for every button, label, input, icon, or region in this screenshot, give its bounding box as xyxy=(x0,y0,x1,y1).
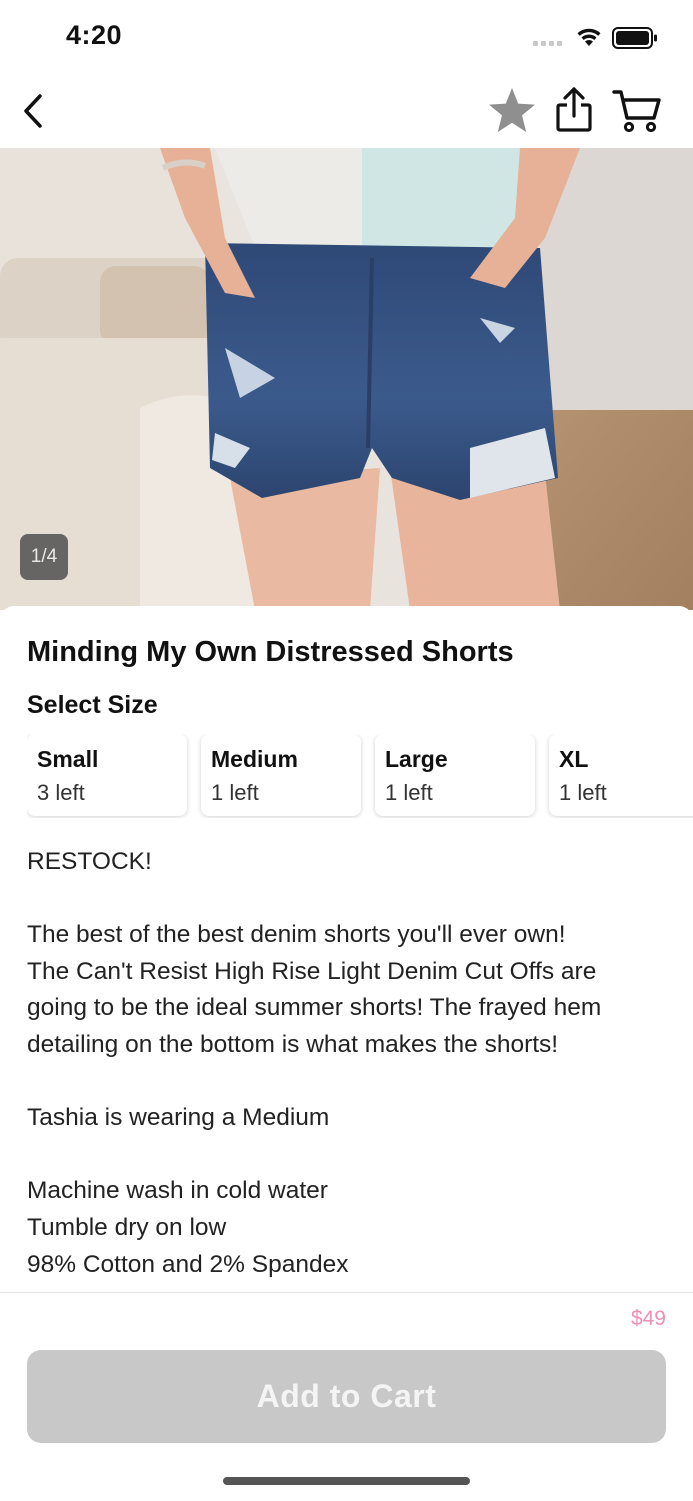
product-image-carousel[interactable] xyxy=(0,148,693,610)
size-option-large[interactable]: Large 1 left xyxy=(375,734,535,816)
status-time: 4:20 xyxy=(66,20,123,50)
product-photo xyxy=(0,148,693,610)
description-line: going to be the ideal summer shorts! The… xyxy=(27,994,602,1022)
share-icon[interactable] xyxy=(553,86,595,134)
description-line: Tashia is wearing a Medium xyxy=(27,1104,330,1132)
status-bar: 4:20 xyxy=(0,0,693,76)
size-option-xl[interactable]: XL 1 left xyxy=(549,734,693,816)
purchase-bar: $49 Add to Cart xyxy=(0,1292,693,1501)
size-stock: 3 left xyxy=(37,780,85,805)
size-option-small[interactable]: Small 3 left xyxy=(27,734,187,816)
description-line: Tumble dry on low xyxy=(27,1213,227,1241)
size-name: Medium xyxy=(211,746,298,772)
description-line: detailing on the bottom is what makes th… xyxy=(27,1030,559,1058)
product-description: RESTOCK! The best of the best denim shor… xyxy=(27,844,677,1283)
product-price: $49 xyxy=(630,1307,666,1330)
size-name: Small xyxy=(37,746,99,772)
add-to-cart-button[interactable]: Add to Cart xyxy=(27,1350,666,1443)
product-details-sheet: Minding My Own Distressed Shorts Select … xyxy=(0,606,693,1296)
home-indicator[interactable] xyxy=(223,1477,470,1485)
description-line: The Can't Resist High Rise Light Denim C… xyxy=(27,957,597,985)
description-line: RESTOCK! xyxy=(27,848,152,875)
cart-icon[interactable] xyxy=(612,88,662,134)
size-name: Large xyxy=(385,746,448,772)
size-selector: Small 3 left Medium 1 left Large 1 left … xyxy=(27,734,693,818)
battery-icon xyxy=(612,27,657,49)
chevron-left-icon[interactable] xyxy=(18,92,48,132)
size-stock: 1 left xyxy=(559,780,607,805)
description-line: 98% Cotton and 2% Spandex xyxy=(27,1250,349,1278)
wifi-icon xyxy=(577,28,601,46)
size-stock: 1 left xyxy=(385,780,433,805)
cellular-signal-icon xyxy=(533,41,562,46)
navigation-bar xyxy=(0,76,693,149)
description-line: Machine wash in cold water xyxy=(27,1177,328,1205)
select-size-label: Select Size xyxy=(27,691,158,719)
size-stock: 1 left xyxy=(211,780,259,805)
star-icon[interactable] xyxy=(487,86,537,136)
product-title: Minding My Own Distressed Shorts xyxy=(27,636,514,668)
image-counter-badge: 1/4 xyxy=(20,534,68,580)
size-option-medium[interactable]: Medium 1 left xyxy=(201,734,361,816)
size-name: XL xyxy=(559,746,589,772)
description-line: The best of the best denim shorts you'll… xyxy=(27,921,566,949)
